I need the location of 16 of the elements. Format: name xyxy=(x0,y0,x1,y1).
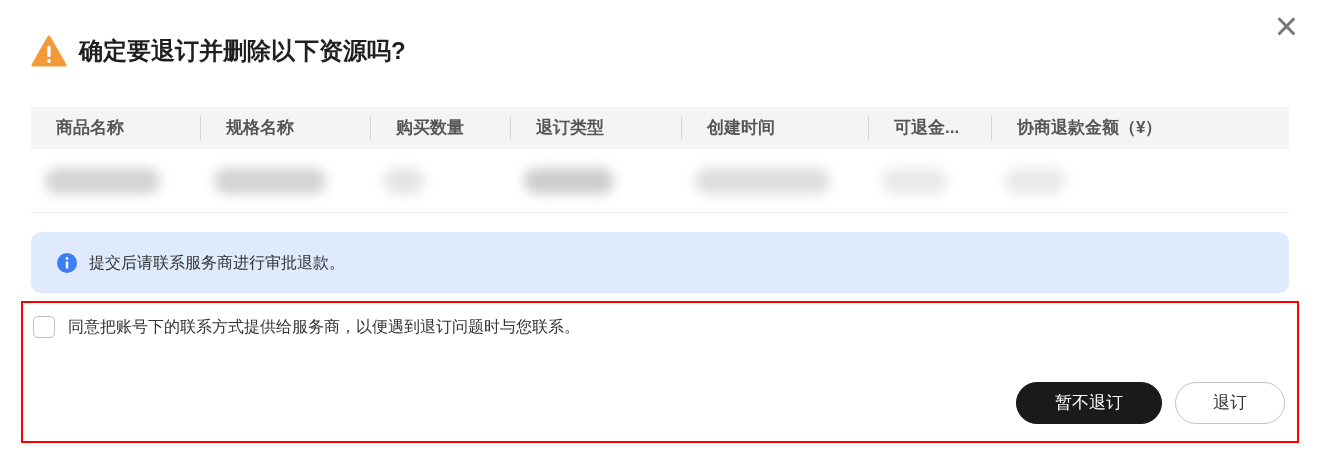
column-header: 商品名称 xyxy=(55,117,124,140)
unsubscribe-button[interactable]: 退订 xyxy=(1175,382,1285,424)
info-icon xyxy=(57,252,77,273)
close-button[interactable]: × xyxy=(1274,6,1298,46)
dialog-title: 确定要退订并删除以下资源吗? xyxy=(79,36,406,66)
consent-label: 同意把账号下的联系方式提供给服务商，以便遇到退订问题时与您联系。 xyxy=(68,317,580,337)
column-header: 可退金... xyxy=(893,117,960,140)
warning-icon xyxy=(31,35,67,67)
consent-checkbox[interactable] xyxy=(33,316,55,338)
column-header: 协商退款金额（¥） xyxy=(1016,117,1163,140)
column-header: 购买数量 xyxy=(395,117,464,140)
notice-text: 提交后请联系服务商进行审批退款。 xyxy=(89,252,345,273)
column-header: 退订类型 xyxy=(535,117,604,140)
column-header: 创建时间 xyxy=(706,117,775,140)
column-header: 规格名称 xyxy=(225,117,294,140)
cancel-button[interactable]: 暂不退订 xyxy=(1016,382,1162,424)
